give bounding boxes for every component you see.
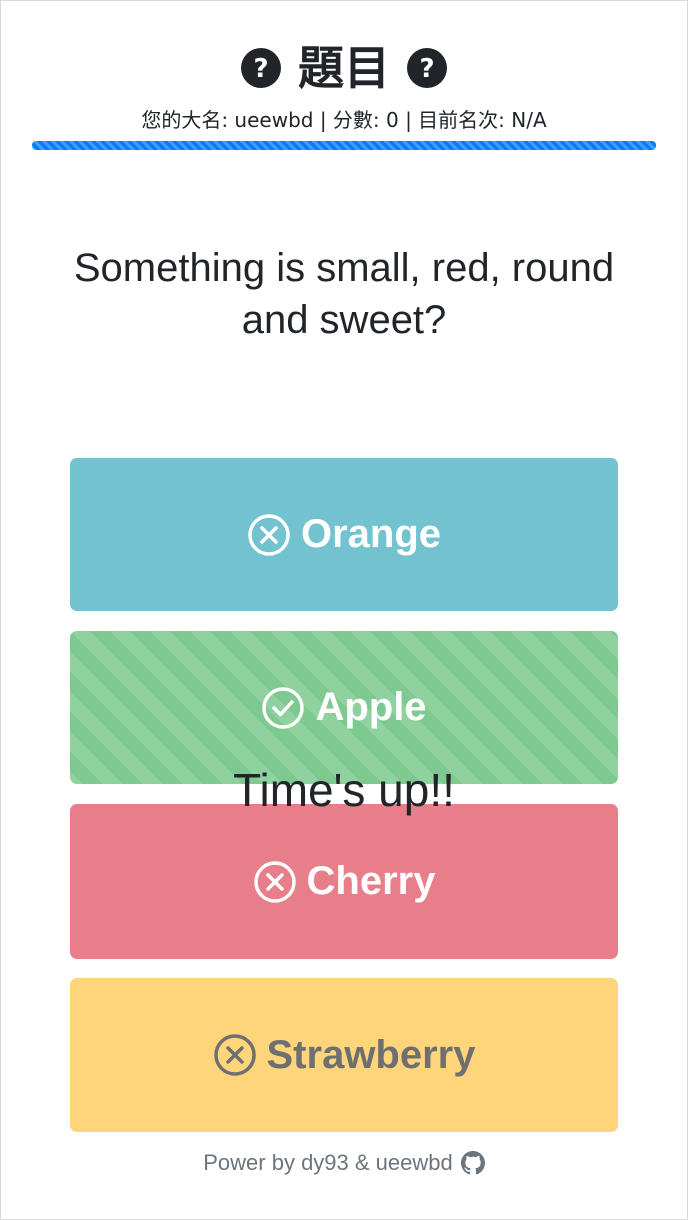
choice-label: Strawberry: [266, 1032, 476, 1077]
choice-button-cherry[interactable]: Cherry: [70, 804, 618, 959]
x-circle-icon: [248, 513, 290, 556]
timer-progress-fill: [32, 141, 656, 150]
x-circle-icon: [213, 1034, 256, 1076]
svg-text:?: ?: [253, 54, 268, 84]
svg-text:?: ?: [419, 54, 434, 84]
check-circle-icon: [262, 686, 305, 729]
player-status: 您的大名: ueewbd | 分數: 0 | 目前名次: N/A: [141, 108, 547, 132]
page-title: 題目: [298, 41, 390, 95]
timer-progress-bar: [32, 141, 656, 150]
footer: Power by dy93 & ueewbd: [0, 1150, 688, 1176]
footer-credit: Power by dy93 & ueewbd: [203, 1150, 453, 1175]
choice-label: Orange: [300, 512, 442, 556]
question-circle-icon: ?: [407, 48, 447, 88]
choice-button-orange[interactable]: Orange: [70, 458, 618, 611]
question-text: Something is small, red, round and sweet…: [73, 246, 615, 342]
x-circle-icon: [253, 860, 296, 903]
times-up-overlay: Time's up!!: [233, 764, 455, 816]
question-circle-icon: ?: [241, 48, 281, 88]
title-row: ? 題目 ?: [0, 36, 688, 100]
choice-label: Apple: [315, 685, 427, 729]
github-icon[interactable]: [460, 1151, 485, 1175]
choice-button-strawberry[interactable]: Strawberry: [70, 978, 618, 1132]
choice-label: Cherry: [306, 859, 436, 903]
